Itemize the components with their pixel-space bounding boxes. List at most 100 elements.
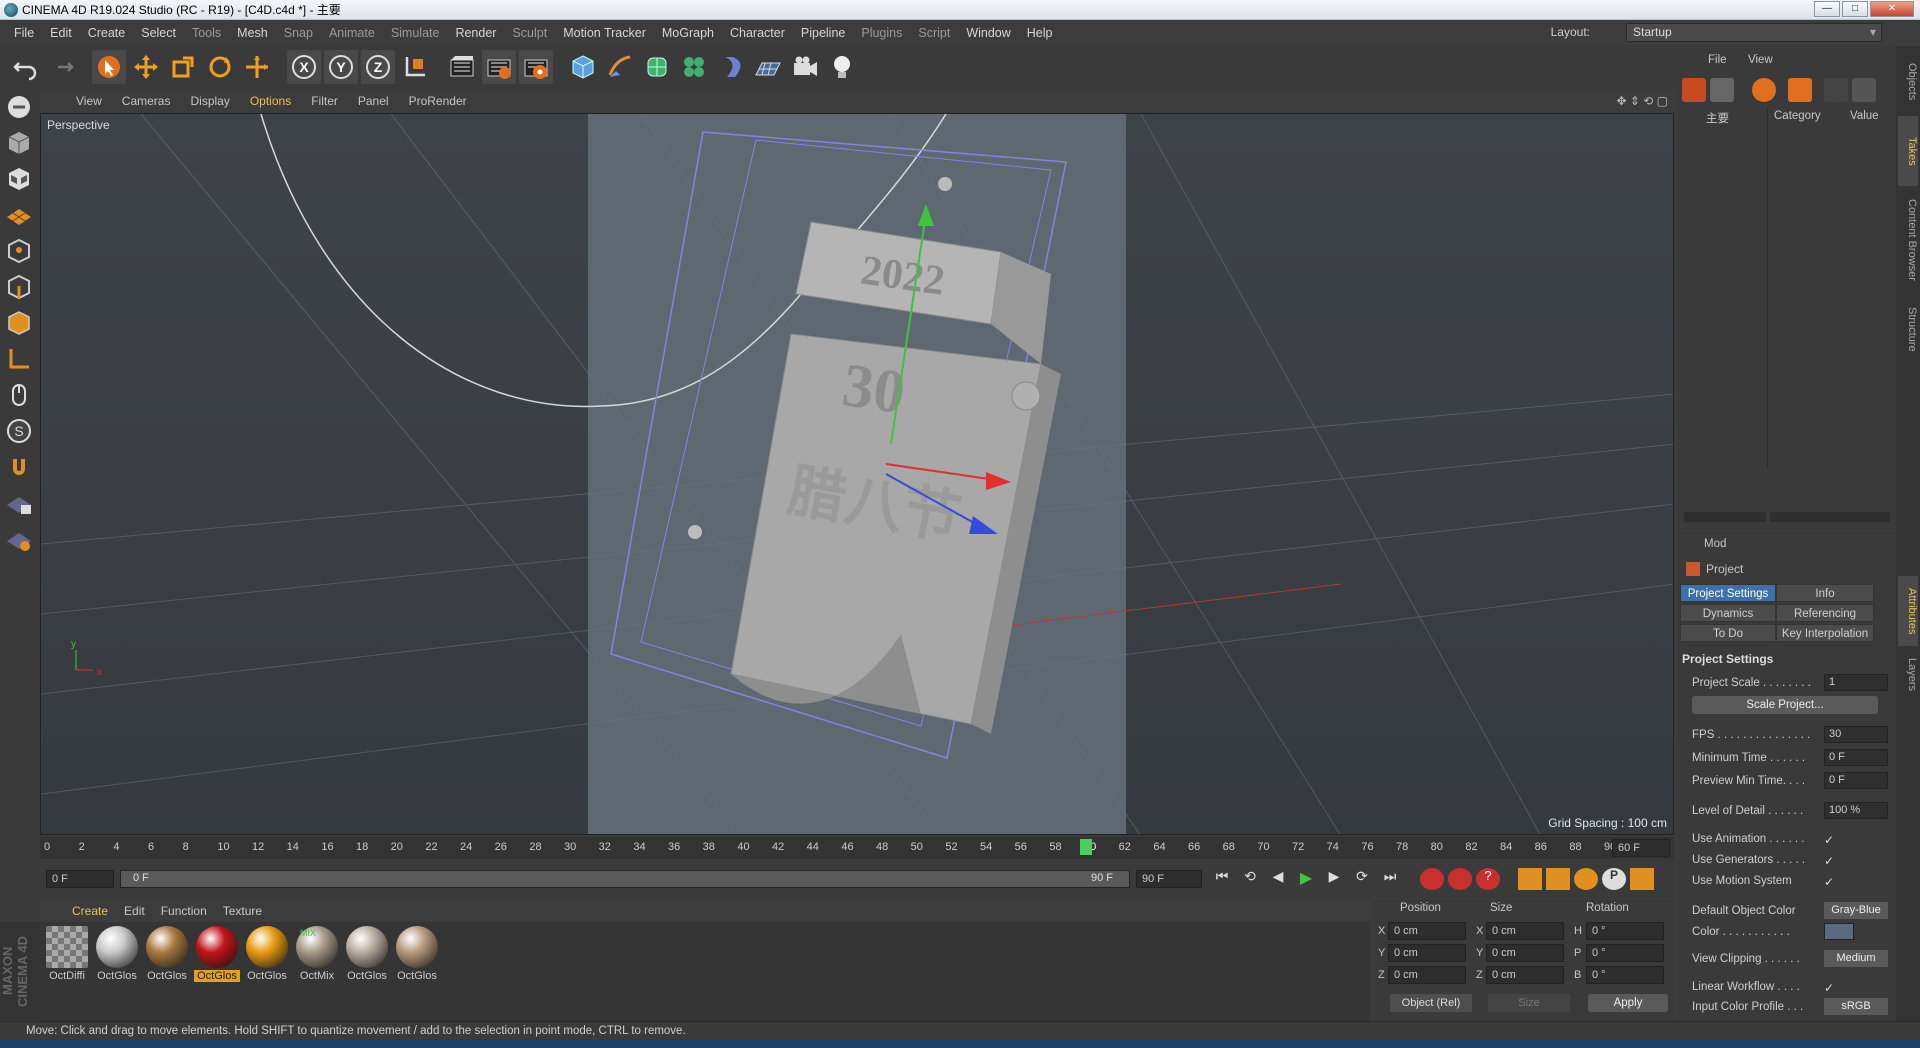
deformer-icon[interactable] <box>714 50 748 84</box>
render-view-icon[interactable] <box>445 50 479 84</box>
menu-create[interactable]: Create <box>80 26 134 40</box>
viewport-nav-icons[interactable]: ✥ ⇕ ⟲ ▢ <box>1616 94 1668 108</box>
goto-start-icon[interactable]: ⏮ <box>1210 868 1234 890</box>
menu-mograph[interactable]: MoGraph <box>654 26 722 40</box>
color-swatch[interactable] <box>1824 923 1854 940</box>
playhead-marker[interactable] <box>1080 839 1092 855</box>
lock-takes-icon[interactable] <box>1852 78 1876 102</box>
size-mode-select[interactable]: Size <box>1488 994 1570 1012</box>
key-scale-icon[interactable] <box>1546 868 1570 890</box>
menu-pipeline[interactable]: Pipeline <box>793 26 853 40</box>
subdivision-icon[interactable] <box>640 50 674 84</box>
edges-mode-icon[interactable] <box>2 270 36 304</box>
menu-character[interactable]: Character <box>722 26 793 40</box>
side-tab-structure[interactable]: Structure <box>1898 294 1918 364</box>
texture-mode-icon[interactable] <box>2 162 36 196</box>
end-frame-field[interactable]: 90 F <box>1136 870 1202 888</box>
project-scale-field[interactable]: 1 <box>1824 674 1888 691</box>
takes-left-scrollbar[interactable] <box>1684 512 1766 522</box>
light-icon[interactable] <box>825 50 859 84</box>
size-field[interactable]: 0 cm <box>1486 922 1564 940</box>
material-swatch[interactable]: OctGlos <box>394 926 440 988</box>
auto-take-icon[interactable] <box>1788 78 1812 102</box>
key-position-icon[interactable] <box>1518 868 1542 890</box>
x-axis-icon[interactable]: X <box>287 50 321 84</box>
add-take-icon[interactable] <box>1682 78 1706 102</box>
material-swatch[interactable]: OctGlos <box>194 926 240 988</box>
goto-end-icon[interactable]: ⏭ <box>1378 868 1402 890</box>
viewport-menu-display[interactable]: Display <box>180 94 239 108</box>
side-tab-objects[interactable]: Objects <box>1898 52 1918 112</box>
lock-workplane-icon[interactable] <box>2 486 36 520</box>
make-editable-icon[interactable] <box>2 90 36 124</box>
rotation-field[interactable]: 0 ° <box>1586 966 1664 984</box>
recent-tool-icon[interactable] <box>240 50 274 84</box>
linear-workflow-checkbox[interactable]: ✓ <box>1824 979 1834 997</box>
minimize-button[interactable]: — <box>1814 1 1840 17</box>
render-picture-viewer-icon[interactable] <box>482 50 516 84</box>
preview-min-time-field[interactable]: 0 F <box>1824 772 1888 789</box>
tab-key-interpolation[interactable]: Key Interpolation <box>1776 624 1874 642</box>
menu-select[interactable]: Select <box>133 26 184 40</box>
menu-file[interactable]: File <box>6 26 42 40</box>
use-motion-system-checkbox[interactable]: ✓ <box>1824 873 1834 891</box>
key-pla-icon[interactable] <box>1630 868 1654 890</box>
takes-menu-view[interactable]: View <box>1748 54 1773 66</box>
material-swatch[interactable]: MIX OctMix <box>294 926 340 988</box>
scale-icon[interactable] <box>166 50 200 84</box>
cloner-icon[interactable] <box>677 50 711 84</box>
redo-icon[interactable] <box>45 50 79 84</box>
menu-window[interactable]: Window <box>958 26 1018 40</box>
material-swatch[interactable]: OctDiffi <box>44 926 90 988</box>
autokey-icon[interactable] <box>1448 868 1472 890</box>
undo-icon[interactable] <box>8 50 42 84</box>
material-menu-function[interactable]: Function <box>153 904 215 918</box>
viewport-menu-view[interactable]: View <box>66 94 112 108</box>
use-generators-checkbox[interactable]: ✓ <box>1824 852 1834 870</box>
points-mode-icon[interactable] <box>2 234 36 268</box>
frame-range-slider[interactable]: 0 F 90 F <box>120 870 1130 888</box>
rotation-field[interactable]: 0 ° <box>1586 922 1664 940</box>
floor-icon[interactable] <box>751 50 785 84</box>
next-key-icon[interactable]: ⟳ <box>1350 868 1374 890</box>
workplane-icon[interactable] <box>2 198 36 232</box>
menu-animate[interactable]: Animate <box>321 26 383 40</box>
side-tab-attributes[interactable]: Attributes <box>1898 576 1918 646</box>
menu-script[interactable]: Script <box>910 26 958 40</box>
prev-key-icon[interactable]: ⟲ <box>1238 868 1262 890</box>
material-menu-edit[interactable]: Edit <box>116 904 153 918</box>
y-axis-icon[interactable]: Y <box>324 50 358 84</box>
side-tab-content-browser[interactable]: Content Browser <box>1898 190 1918 290</box>
menu-mesh[interactable]: Mesh <box>229 26 276 40</box>
edit-render-settings-icon[interactable] <box>519 50 553 84</box>
cube-icon[interactable] <box>566 50 600 84</box>
rotate-icon[interactable] <box>203 50 237 84</box>
takes-menu-file[interactable]: File <box>1708 54 1727 66</box>
view-clipping-select[interactable]: Medium <box>1824 950 1888 967</box>
size-field[interactable]: 0 cm <box>1486 944 1564 962</box>
position-field[interactable]: 0 cm <box>1388 966 1466 984</box>
viewport-menu-panel[interactable]: Panel <box>348 94 399 108</box>
tab-project-settings[interactable]: Project Settings <box>1680 584 1776 602</box>
side-tab-layers[interactable]: Layers <box>1898 650 1918 700</box>
keyframe-selection-icon[interactable]: ? <box>1476 868 1500 890</box>
maximize-button[interactable]: □ <box>1842 1 1868 17</box>
viewport-menu-prorender[interactable]: ProRender <box>399 94 477 108</box>
tweak-mode-icon[interactable] <box>2 378 36 412</box>
fps-field[interactable]: 30 <box>1824 726 1888 743</box>
takes-right-scrollbar[interactable] <box>1770 512 1890 522</box>
material-swatch[interactable]: OctGlos <box>144 926 190 988</box>
material-swatch[interactable]: OctGlos <box>244 926 290 988</box>
menu-plugins[interactable]: Plugins <box>853 26 910 40</box>
apply-button[interactable]: Apply <box>1588 994 1668 1012</box>
size-field[interactable]: 0 cm <box>1486 966 1564 984</box>
planar-workplane-icon[interactable] <box>2 522 36 556</box>
menu-simulate[interactable]: Simulate <box>383 26 448 40</box>
axis-mode-icon[interactable] <box>2 342 36 376</box>
render-takes-icon[interactable] <box>1824 78 1848 102</box>
layout-select[interactable]: Startup <box>1626 23 1882 42</box>
rotation-field[interactable]: 0 ° <box>1586 944 1664 962</box>
viewport-menu-cameras[interactable]: Cameras <box>112 94 181 108</box>
level-of-detail-field[interactable]: 100 % <box>1824 802 1888 819</box>
viewport-menu-options[interactable]: Options <box>240 94 301 108</box>
